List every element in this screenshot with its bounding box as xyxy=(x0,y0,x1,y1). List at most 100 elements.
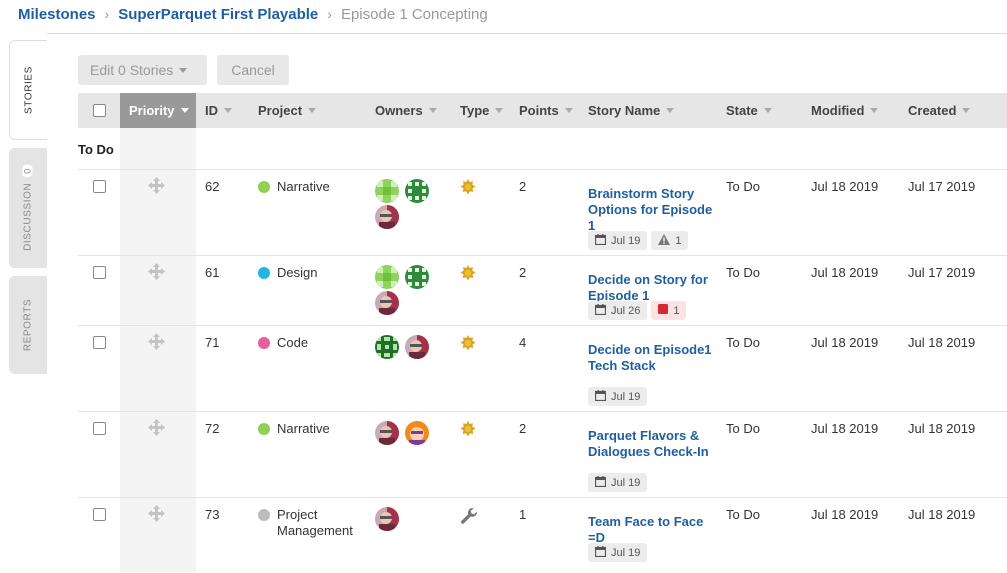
column-label: Points xyxy=(519,103,559,118)
story-tags: Jul 19 xyxy=(588,543,651,562)
content-divider xyxy=(47,33,1007,34)
created-date: Jul 17 2019 xyxy=(908,179,976,194)
table-row[interactable]: 72 Narrative 2 Parquet Flavors & Dialogu… xyxy=(78,411,1007,498)
owner-avatar[interactable] xyxy=(375,421,399,445)
row-checkbox[interactable] xyxy=(93,422,106,435)
owner-avatar[interactable] xyxy=(405,179,429,203)
breadcrumb: Milestones › SuperParquet First Playable… xyxy=(18,4,488,24)
caret-down-icon xyxy=(564,108,573,113)
column-label: Type xyxy=(460,103,490,118)
due-date-tag[interactable]: Jul 19 xyxy=(588,473,648,492)
modified-date: Jul 18 2019 xyxy=(811,421,879,436)
project-color-dot xyxy=(258,267,270,279)
caret-down-icon xyxy=(308,108,317,113)
row-checkbox[interactable] xyxy=(93,336,106,349)
warning-icon xyxy=(658,233,675,248)
table-row[interactable]: 73 Project Management 1 Team Face to Fac… xyxy=(78,497,1007,573)
story-points: 4 xyxy=(519,335,527,350)
warning-tag[interactable]: 1 xyxy=(651,231,689,250)
owner-avatar[interactable] xyxy=(405,265,429,289)
owner-avatar[interactable] xyxy=(405,335,429,359)
calendar-icon xyxy=(594,475,611,490)
drag-handle-icon[interactable] xyxy=(148,263,165,280)
tab-stories[interactable]: STORIES xyxy=(9,40,47,140)
story-name-link[interactable]: Parquet Flavors & Dialogues Check-In xyxy=(588,428,709,459)
column-label: Created xyxy=(908,103,957,118)
story-name-cell: Brainstorm Story Options for Episode 1 xyxy=(588,186,713,234)
column-header-modified[interactable]: Modified xyxy=(811,93,879,128)
story-name-link[interactable]: Brainstorm Story Options for Episode 1 xyxy=(588,186,712,233)
owner-avatar[interactable] xyxy=(375,291,399,315)
created-date: Jul 18 2019 xyxy=(908,421,976,436)
column-header-created[interactable]: Created xyxy=(908,93,971,128)
discussion-count-badge: 0 xyxy=(22,165,33,177)
column-header-type[interactable]: Type xyxy=(460,93,504,128)
due-date-tag[interactable]: Jul 19 xyxy=(588,543,648,562)
table-row[interactable]: 62 Narrative 2 Brainstorm Story Options … xyxy=(78,169,1007,256)
story-name-link[interactable]: Team Face to Face =D xyxy=(588,514,703,545)
column-header-priority[interactable]: Priority xyxy=(120,93,196,128)
feature-icon xyxy=(460,265,476,285)
calendar-icon xyxy=(594,303,611,318)
cancel-button[interactable]: Cancel xyxy=(217,55,289,85)
due-date-tag[interactable]: Jul 19 xyxy=(588,387,648,406)
owner-avatar[interactable] xyxy=(375,265,399,289)
story-tags: Jul 19 xyxy=(588,473,651,492)
column-label: ID xyxy=(205,103,218,118)
table-row[interactable]: 71 Code 4 Decide on Episode1 Tech Stack … xyxy=(78,325,1007,412)
edit-stories-button[interactable]: Edit 0 Stories xyxy=(78,55,207,85)
column-header-project[interactable]: Project xyxy=(258,93,317,128)
tab-discussion[interactable]: DISCUSSION 0 xyxy=(9,148,47,268)
due-date: Jul 19 xyxy=(611,234,641,247)
owner-avatar[interactable] xyxy=(405,421,429,445)
calendar-icon xyxy=(594,545,611,560)
owner-avatar[interactable] xyxy=(375,179,399,203)
blocker-tag[interactable]: 1 xyxy=(651,301,687,320)
project-color-dot xyxy=(258,181,270,193)
select-all-checkbox[interactable] xyxy=(93,104,106,117)
column-header-story-name[interactable]: Story Name xyxy=(588,93,675,128)
drag-handle-icon[interactable] xyxy=(148,419,165,436)
column-label: Owners xyxy=(375,103,423,118)
due-date: Jul 26 xyxy=(611,304,641,317)
owner-avatar[interactable] xyxy=(375,507,399,531)
blocker-icon xyxy=(658,304,673,317)
modified-date: Jul 18 2019 xyxy=(811,335,879,350)
story-points: 1 xyxy=(519,507,527,522)
column-header-state[interactable]: State xyxy=(726,93,772,128)
caret-down-icon xyxy=(180,108,189,113)
drag-handle-icon[interactable] xyxy=(148,333,165,350)
row-checkbox[interactable] xyxy=(93,508,106,521)
owner-avatar[interactable] xyxy=(375,205,399,229)
owner-avatar[interactable] xyxy=(375,335,399,359)
caret-down-icon xyxy=(962,108,971,113)
wrench-icon xyxy=(460,507,478,529)
due-date-tag[interactable]: Jul 19 xyxy=(588,231,648,250)
column-header-points[interactable]: Points xyxy=(519,93,573,128)
feature-icon xyxy=(460,179,476,199)
edit-stories-label: Edit 0 Stories xyxy=(90,62,174,78)
tab-stories-label: STORIES xyxy=(23,66,34,114)
breadcrumb-milestones-link[interactable]: Milestones xyxy=(18,6,96,23)
story-name-cell: Decide on Episode1 Tech Stack xyxy=(588,342,713,374)
row-checkbox[interactable] xyxy=(93,180,106,193)
cancel-label: Cancel xyxy=(231,62,275,78)
modified-date: Jul 18 2019 xyxy=(811,507,879,522)
story-state: To Do xyxy=(726,335,760,350)
breadcrumb-playable-link[interactable]: SuperParquet First Playable xyxy=(118,6,318,23)
story-state: To Do xyxy=(726,179,760,194)
drag-handle-icon[interactable] xyxy=(148,505,165,522)
project-cell: Design xyxy=(258,265,368,281)
tab-reports[interactable]: REPORTS xyxy=(9,276,47,374)
story-name-link[interactable]: Decide on Story for Episode 1 xyxy=(588,272,708,303)
column-header-id[interactable]: ID xyxy=(205,93,232,128)
due-date-tag[interactable]: Jul 26 xyxy=(588,301,648,320)
story-name-link[interactable]: Decide on Episode1 Tech Stack xyxy=(588,342,712,373)
drag-handle-icon[interactable] xyxy=(148,177,165,194)
story-id: 61 xyxy=(205,265,220,280)
table-row[interactable]: 61 Design 2 Decide on Story for Episode … xyxy=(78,255,1007,326)
calendar-icon xyxy=(594,233,611,248)
group-header-to-do: To Do xyxy=(78,142,114,157)
row-checkbox[interactable] xyxy=(93,266,106,279)
column-header-owners[interactable]: Owners xyxy=(375,93,437,128)
